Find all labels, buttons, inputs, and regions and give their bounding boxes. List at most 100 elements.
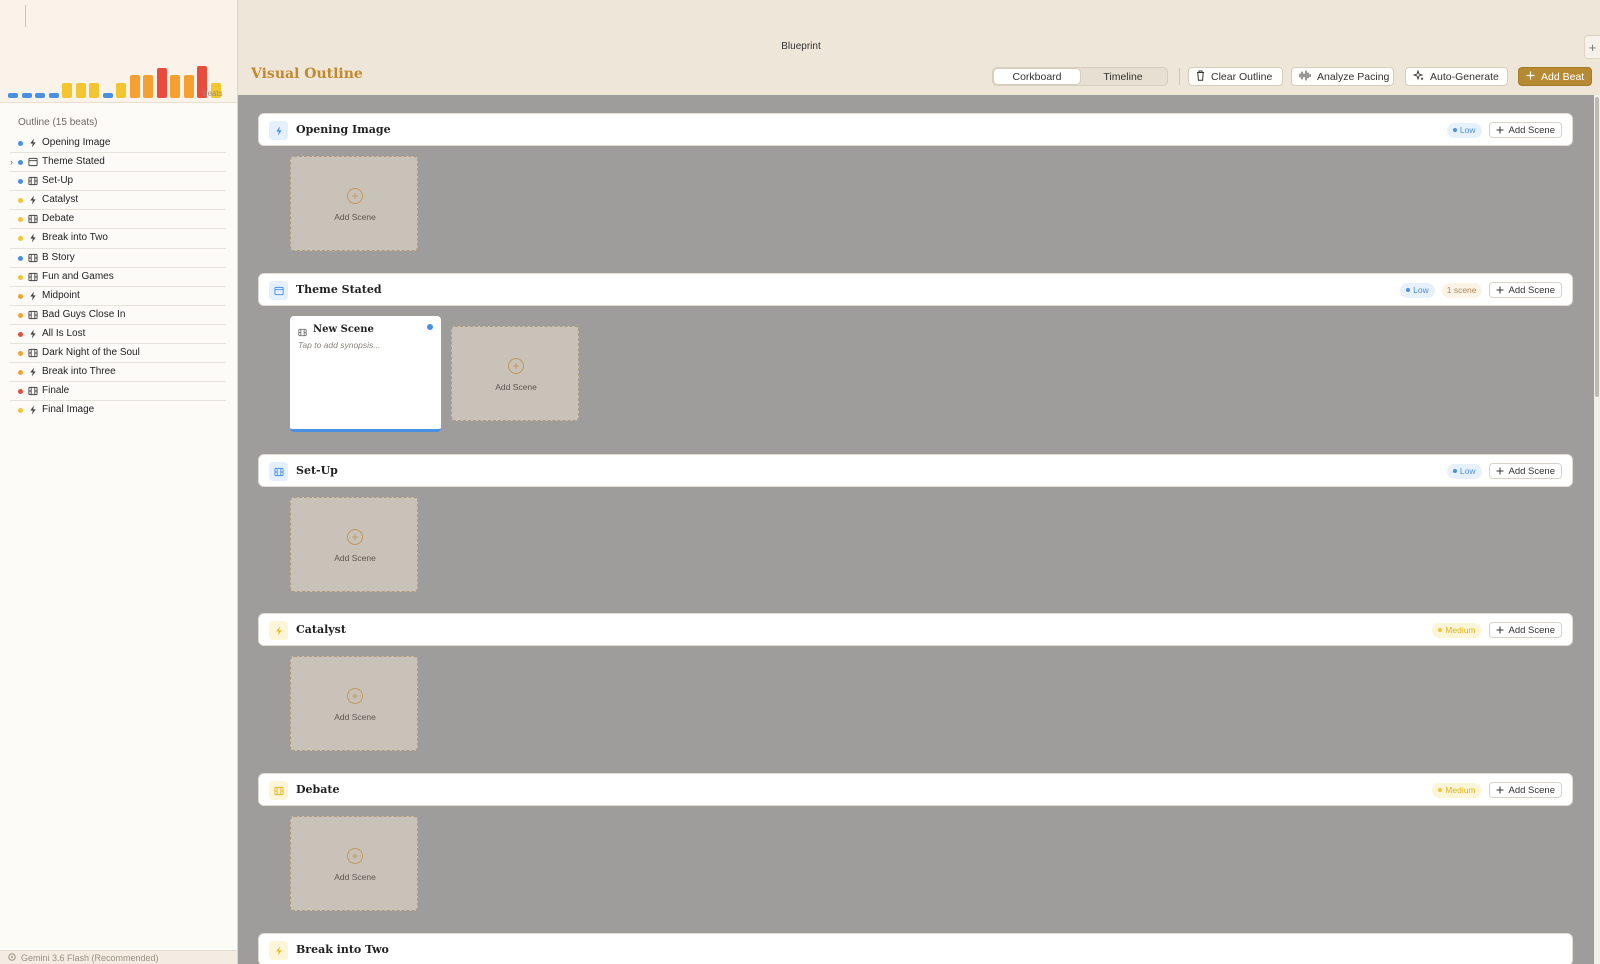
outline-item[interactable]: Midpoint [10,287,226,306]
film-icon [269,781,288,800]
add-beat-button[interactable]: Add Beat [1518,67,1592,86]
model-selector[interactable]: Gemini 3.6 Flash (Recommended) [0,950,237,964]
outline-item-label: Dark Night of the Soul [42,347,140,359]
view-timeline-tab[interactable]: Timeline [1080,69,1166,84]
intensity-dot [18,236,23,242]
scene-status-dot [427,324,433,330]
intensity-dot [18,312,23,318]
outline-item[interactable]: Set-Up [10,172,226,192]
scrollbar[interactable] [1594,95,1600,964]
add-scene-tile[interactable]: + Add Scene [290,497,418,592]
outline-item-label: Fun and Games [42,270,114,282]
beat-header[interactable]: Theme Stated Low 1 scene Add Scene [258,273,1573,306]
view-corkboard-tab[interactable]: Corkboard [994,69,1080,84]
outline-item[interactable]: Fun and Games [10,268,226,287]
toolbar-divider [1179,68,1180,85]
outline-item[interactable]: Break into Three [10,363,226,383]
beat-actions: Medium Add Scene [1432,622,1562,638]
corkboard-canvas[interactable]: Opening Image Low Add Scene + Add Scene Theme… [238,95,1600,964]
add-scene-tile[interactable]: + Add Scene [290,156,418,251]
intensity-dot [18,331,23,337]
chevron-right-icon[interactable]: › [10,157,16,167]
view-toggle[interactable]: Corkboard Timeline [992,67,1168,86]
add-scene-tile[interactable]: + Add Scene [451,326,579,421]
intensity-dot [18,198,23,204]
film-icon [27,270,38,284]
pacing-panel: beats [0,0,237,103]
add-scene-button[interactable]: Add Scene [1488,122,1562,138]
auto-generate-label: Auto-Generate [1430,70,1499,83]
plus-icon [1526,71,1535,83]
pacing-bar [116,83,126,98]
model-icon [8,951,16,964]
intensity-dot [18,293,23,299]
add-scene-button[interactable]: Add Scene [1488,282,1562,298]
scrollbar-thumb[interactable] [1595,97,1599,397]
beat-header[interactable]: Catalyst Medium Add Scene [258,613,1573,646]
intensity-dot [18,160,23,166]
outline-item[interactable]: Break into Two [10,229,226,249]
outline-item[interactable]: Bad Guys Close In [10,306,226,325]
beat-header[interactable]: Opening Image Low Add Scene [258,113,1573,146]
page-title: Visual Outline [251,66,363,82]
bolt-icon [269,621,288,640]
pacing-bar [75,83,86,98]
auto-generate-button[interactable]: Auto-Generate [1405,67,1508,86]
beat-actions: Medium Add Scene [1432,782,1562,798]
outline-item[interactable]: › Theme Stated [10,153,226,173]
intensity-badge: Low [1446,122,1482,138]
pacing-bar [183,75,194,98]
outline-item[interactable]: Opening Image [10,134,226,154]
model-label: Gemini 3.6 Flash (Recommended) [21,952,159,963]
bolt-icon [27,136,38,150]
add-scene-button[interactable]: Add Scene [1488,782,1562,798]
intensity-dot [18,255,23,261]
calendar-icon [27,155,38,169]
film-icon [27,251,38,265]
pacing-bar [62,83,72,98]
beat-title: Opening Image [296,123,391,136]
intensity-badge: Low [1400,282,1435,298]
new-tab-button[interactable]: + [1584,35,1600,59]
clear-outline-label: Clear Outline [1211,70,1273,83]
outline-item[interactable]: Debate [10,210,226,230]
outline-item-label: Break into Three [42,366,116,378]
add-scene-tile[interactable]: + Add Scene [290,816,418,911]
plus-circle-icon: + [347,688,363,704]
pacing-bar [8,93,18,98]
intensity-dot [18,351,23,357]
outline-item-label: All Is Lost [42,327,86,339]
scene-synopsis[interactable]: Tap to add synopsis... [298,340,380,350]
beat-header[interactable]: Break into Two [258,933,1573,964]
add-scene-button[interactable]: Add Scene [1488,622,1562,638]
pacing-chart-label: beats [203,89,223,98]
beat-header[interactable]: Debate Medium Add Scene [258,773,1573,806]
sidebar: beats Outline (15 beats) Opening Image › T… [0,0,238,964]
bolt-icon [27,365,38,379]
add-scene-button[interactable]: Add Scene [1488,463,1562,479]
pacing-bar [156,68,167,98]
outline-item[interactable]: Final Image [10,401,226,420]
intensity-dot [18,141,23,146]
plus-circle-icon: + [508,358,524,374]
beat-title: Break into Two [296,943,389,956]
outline-item[interactable]: B Story [10,249,226,268]
outline-item-label: Final Image [42,404,95,416]
window-title: Blueprint [781,41,821,52]
clear-outline-button[interactable]: Clear Outline [1188,67,1283,86]
pacing-bar [129,75,140,98]
outline-item[interactable]: Dark Night of the Soul [10,344,226,364]
outline-item[interactable]: Finale [10,382,226,402]
beat-header[interactable]: Set-Up Low Add Scene [258,454,1573,487]
outline-item[interactable]: All Is Lost [10,325,226,345]
beat-actions: Low Add Scene [1446,122,1562,138]
beat-title: Catalyst [296,623,346,636]
analyze-pacing-button[interactable]: Analyze Pacing [1291,67,1394,86]
bolt-icon [269,941,288,960]
add-scene-tile[interactable]: + Add Scene [290,656,418,751]
scene-card[interactable]: New Scene Tap to add synopsis... [290,316,441,432]
bolt-icon [27,231,38,245]
film-icon [269,462,288,481]
plus-circle-icon: + [347,529,363,545]
outline-item[interactable]: Catalyst [10,191,226,211]
